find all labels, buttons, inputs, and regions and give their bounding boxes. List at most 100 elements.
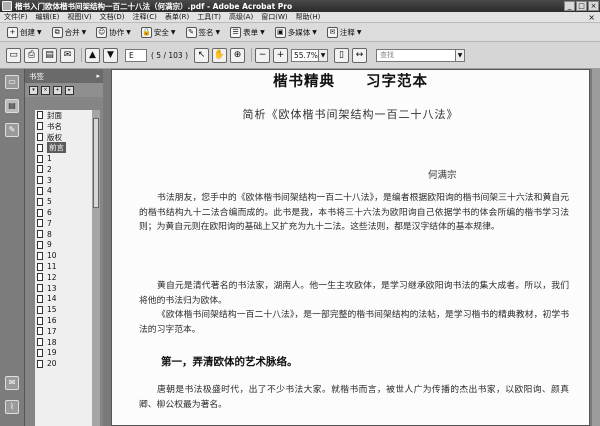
expand-bookmark-icon[interactable]: ▸ — [65, 85, 74, 95]
menu-window[interactable]: 窗口(W) — [257, 12, 291, 22]
bookmark-item[interactable]: 5 — [35, 196, 95, 207]
bookmark-item[interactable]: 19 — [35, 348, 95, 359]
bookmark-page-icon — [37, 154, 43, 163]
collaborate-button[interactable]: ☺ 协作 ▼ — [92, 25, 135, 40]
create-button[interactable]: + 创建 ▼ — [3, 25, 46, 40]
zoom-level-input[interactable]: 55.7% — [291, 48, 320, 62]
next-page-icon[interactable]: ▼ — [103, 47, 118, 63]
bookmark-item[interactable]: 2 — [35, 164, 95, 175]
menu-help[interactable]: 帮助(H) — [292, 12, 325, 22]
bookmark-page-icon — [37, 186, 43, 195]
save-icon[interactable]: ▤ — [42, 47, 57, 63]
delete-bookmark-icon[interactable]: × — [41, 85, 50, 95]
comments-panel-icon[interactable]: ✉ — [5, 376, 19, 390]
hand-tool-icon[interactable]: ✋ — [212, 47, 228, 63]
bookmark-label: 3 — [47, 175, 52, 185]
combine-label: 合并 — [64, 27, 80, 37]
multimedia-button[interactable]: ▣ 多媒体 ▼ — [271, 25, 321, 40]
bookmark-item[interactable]: 20 — [35, 358, 95, 369]
bookmark-item[interactable]: 17 — [35, 326, 95, 337]
search-dropdown-chevron-icon[interactable]: ▼ — [456, 48, 466, 62]
bookmark-page-icon — [37, 348, 43, 357]
combine-button[interactable]: ⧉ 合并 ▼ — [48, 25, 91, 40]
chevron-down-icon: ▼ — [215, 28, 221, 36]
fit-page-icon[interactable]: ▯ — [334, 47, 350, 63]
bookmark-item[interactable]: 1 — [35, 153, 95, 164]
bookmark-item[interactable]: 13 — [35, 283, 95, 294]
bookmarks-panel-icon[interactable]: ▤ — [5, 99, 19, 113]
bookmark-item[interactable]: 16 — [35, 315, 95, 326]
email-icon[interactable]: ✉ — [60, 47, 75, 63]
menu-document[interactable]: 文档(D) — [96, 12, 129, 22]
chevron-down-icon: ▼ — [81, 28, 87, 36]
maximize-button[interactable]: □ — [576, 1, 587, 11]
bookmarks-scrollbar-thumb[interactable] — [93, 118, 99, 208]
bookmark-item[interactable]: 封面 — [35, 110, 95, 121]
page-number-input[interactable]: E — [125, 48, 147, 62]
bookmark-page-icon — [37, 251, 43, 260]
menu-view[interactable]: 视图(V) — [63, 12, 95, 22]
bookmark-item[interactable]: 12 — [35, 272, 95, 283]
menu-tools[interactable]: 工具(T) — [193, 12, 225, 22]
bookmark-page-icon — [37, 176, 43, 185]
menu-file[interactable]: 文件(F) — [0, 12, 32, 22]
attachments-paperclip-icon[interactable]: ⌇ — [5, 400, 19, 414]
bookmark-label: 13 — [47, 283, 57, 293]
lock-icon: 🔒 — [140, 26, 152, 38]
close-button[interactable]: × — [588, 1, 599, 11]
bookmark-item[interactable]: 书名 — [35, 121, 95, 132]
body-paragraph: 唐朝是书法极盛时代，出了不少书法大家。就楷书而言，被世人广为传播的杰出书家，以欧… — [139, 385, 569, 410]
bookmark-item[interactable]: 14 — [35, 294, 95, 305]
bookmark-label: 18 — [47, 337, 57, 347]
page-count: ( 5 / 103 ) — [151, 50, 189, 60]
bookmark-item[interactable]: 4 — [35, 186, 95, 197]
zoom-in-icon[interactable]: + — [273, 47, 289, 63]
bookmark-label: 9 — [47, 240, 52, 250]
forms-button[interactable]: ☰ 表单 ▼ — [226, 25, 269, 40]
open-folder-icon[interactable]: ▭ — [6, 47, 21, 63]
search-input[interactable]: 查找 — [376, 48, 457, 62]
body-paragraph: 黄自元是清代著名的书法家，湖南人。他一生主攻欧体，是学习继承欧阳询书法的集大成者… — [139, 281, 569, 306]
bookmark-item[interactable]: 10 — [35, 250, 95, 261]
marquee-zoom-icon[interactable]: ⊕ — [230, 47, 246, 63]
print-icon[interactable]: ⎙ — [24, 47, 39, 63]
fit-width-icon[interactable]: ↔ — [352, 47, 368, 63]
bookmark-item[interactable]: 版权 — [35, 132, 95, 143]
bookmark-item[interactable]: 3 — [35, 175, 95, 186]
bookmark-item[interactable]: 15 — [35, 304, 95, 315]
menu-edit[interactable]: 编辑(E) — [32, 12, 64, 22]
bookmark-item[interactable]: 18 — [35, 337, 95, 348]
bookmark-page-icon — [37, 122, 43, 131]
comment-label: 注释 — [339, 27, 355, 37]
bookmark-page-icon — [37, 240, 43, 249]
pages-panel-icon[interactable]: ▭ — [5, 75, 19, 89]
window-title-bar: 楷书入门欧体楷书间架结构一百二十八法（何满宗）.pdf - Adobe Acro… — [0, 0, 600, 12]
bookmark-item[interactable]: 9 — [35, 240, 95, 251]
signatures-panel-icon[interactable]: ✎ — [5, 123, 19, 137]
minimize-button[interactable]: _ — [564, 1, 575, 11]
bookmark-options-icon[interactable]: ▾ — [29, 85, 38, 95]
comment-button[interactable]: ✉ 注释 ▼ — [323, 25, 366, 40]
new-bookmark-icon[interactable]: + — [53, 85, 62, 95]
secure-button[interactable]: 🔒 安全 ▼ — [137, 25, 180, 40]
sign-button[interactable]: ✎ 签名 ▼ — [182, 25, 225, 40]
document-scrollbar[interactable] — [592, 69, 600, 426]
bookmarks-scrollbar[interactable] — [92, 110, 100, 426]
toolbar-separator — [251, 48, 253, 62]
bookmark-item[interactable]: 11 — [35, 261, 95, 272]
zoom-dropdown-chevron-icon[interactable]: ▼ — [319, 48, 329, 62]
previous-page-icon[interactable]: ▲ — [85, 47, 100, 63]
bookmark-page-icon — [37, 197, 43, 206]
pen-icon: ✎ — [185, 26, 197, 38]
bookmark-item[interactable]: 8 — [35, 229, 95, 240]
menu-comments[interactable]: 注释(C) — [129, 12, 161, 22]
bookmark-item-selected[interactable]: 前言 — [35, 142, 95, 154]
menu-forms[interactable]: 表单(R) — [161, 12, 193, 22]
bookmark-item[interactable]: 6 — [35, 207, 95, 218]
menu-close-icon[interactable]: × — [588, 13, 600, 22]
menu-advanced[interactable]: 高级(A) — [225, 12, 257, 22]
bookmark-item[interactable]: 7 — [35, 218, 95, 229]
zoom-out-icon[interactable]: − — [255, 47, 271, 63]
bookmark-label: 6 — [47, 208, 52, 218]
select-cursor-icon[interactable]: ↖ — [194, 47, 210, 63]
